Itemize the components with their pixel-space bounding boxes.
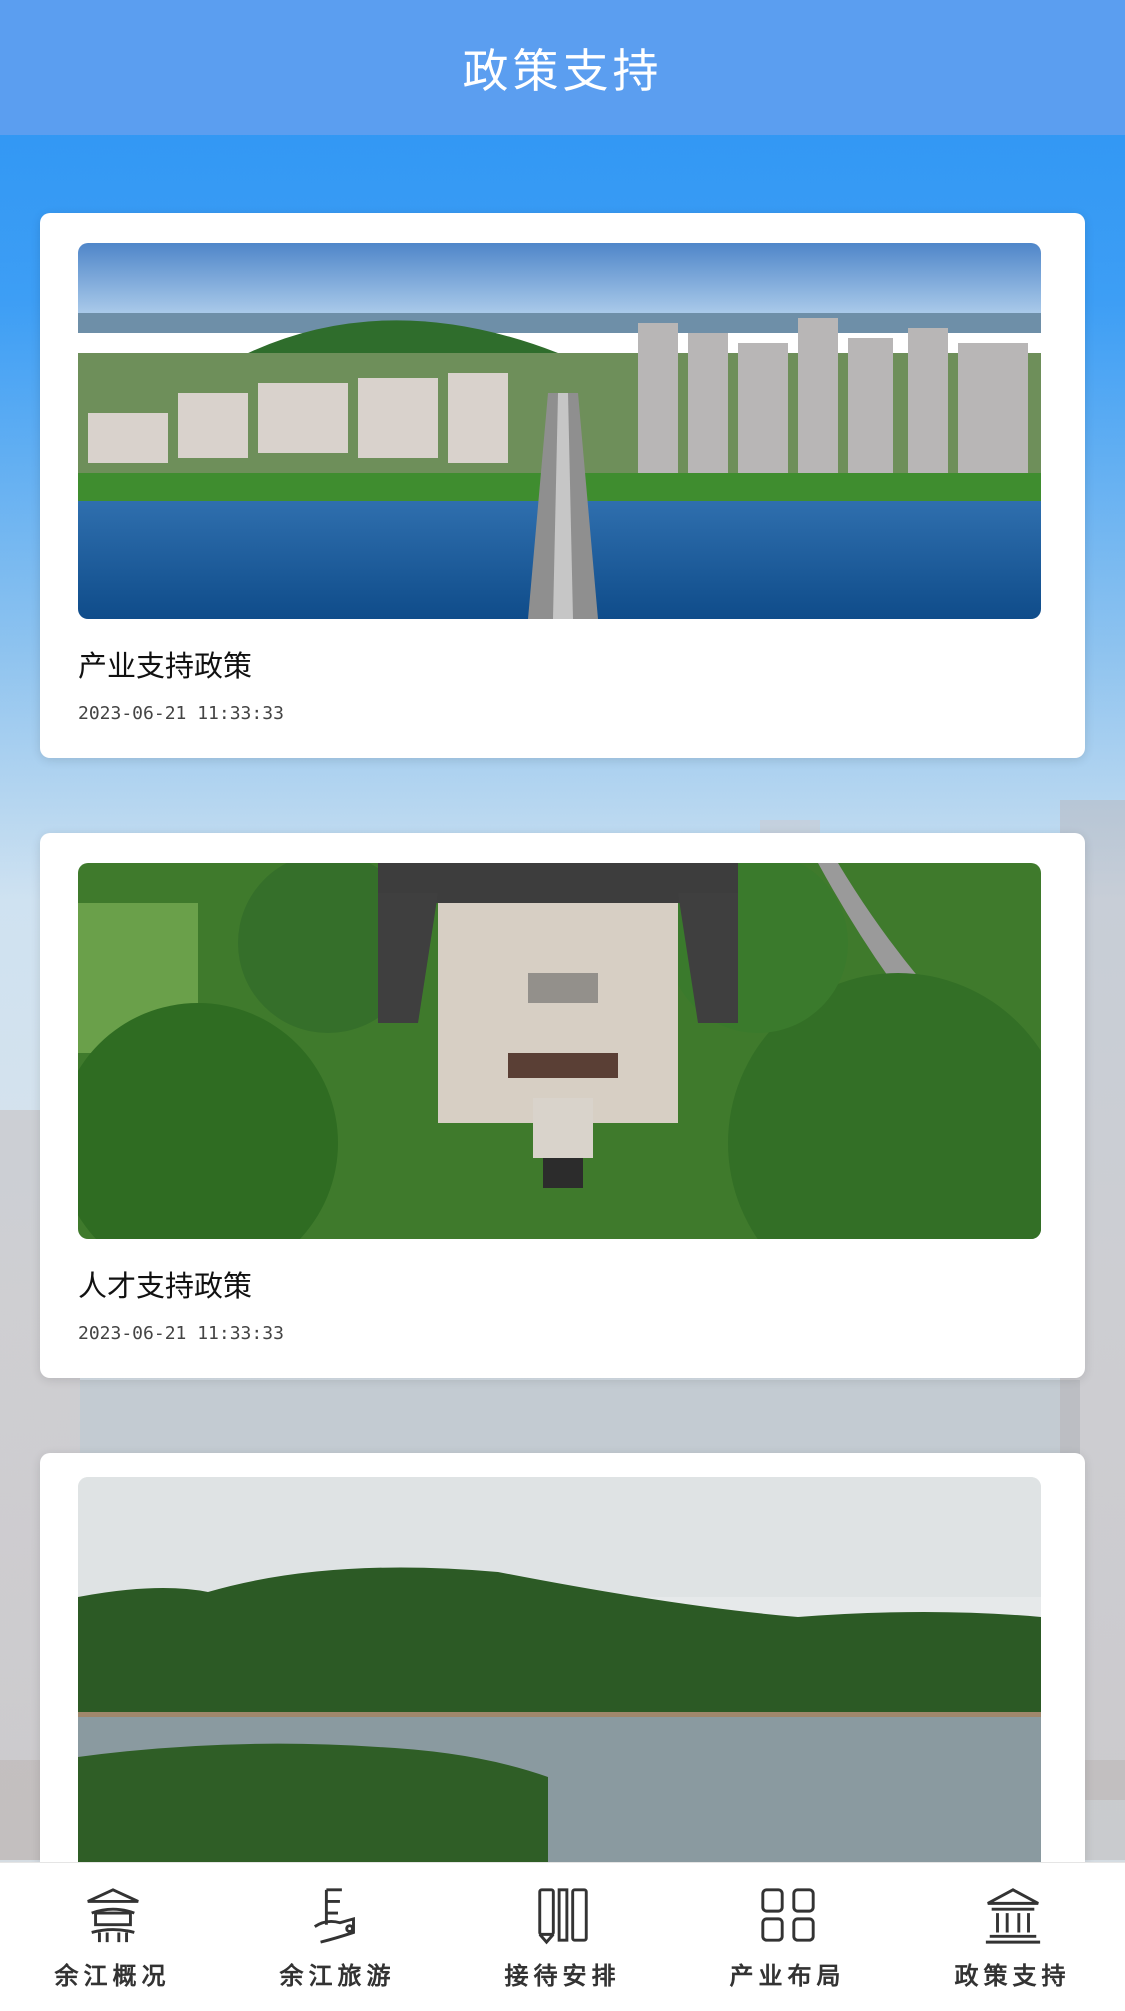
bottom-tab-bar: 余江概况 余江旅游 接待安排 产业布局 政策支持: [0, 1862, 1125, 2011]
tab-label: 余江旅游: [279, 1961, 396, 1990]
policy-card[interactable]: 人才支持政策 2023-06-21 11:33:33: [40, 833, 1085, 1378]
card-timestamp: 2023-06-21 11:33:33: [78, 1323, 284, 1344]
tab-policy[interactable]: 政策支持: [913, 1884, 1113, 1991]
city-river-aerial-photo: [78, 243, 1041, 619]
tab-label: 余江概况: [54, 1961, 171, 1990]
card-title: 产业支持政策: [78, 649, 253, 683]
card-title: 人才支持政策: [78, 1269, 253, 1303]
tab-overview[interactable]: 余江概况: [13, 1884, 213, 1991]
tab-reception[interactable]: 接待安排: [463, 1884, 663, 1991]
tab-label: 产业布局: [729, 1961, 846, 1990]
policy-card[interactable]: 产业支持政策 2023-06-21 11:33:33: [40, 213, 1085, 758]
tab-industry[interactable]: 产业布局: [688, 1884, 888, 1991]
tab-label: 政策支持: [954, 1961, 1071, 1990]
tab-travel[interactable]: 余江旅游: [238, 1884, 438, 1991]
page-header: 政策支持: [0, 0, 1125, 135]
columns-icon: [537, 1887, 588, 1944]
pavilion-icon: [86, 1887, 139, 1942]
lake-mountain-photo: [78, 1477, 1041, 1897]
temple-icon: [985, 1887, 1040, 1944]
travel-icon: [313, 1887, 355, 1944]
page-title: 政策支持: [462, 43, 663, 98]
courtyard-aerial-photo: [78, 863, 1041, 1239]
card-timestamp: 2023-06-21 11:33:33: [78, 703, 284, 724]
tab-label: 接待安排: [504, 1961, 621, 1990]
grid-icon: [760, 1887, 815, 1942]
